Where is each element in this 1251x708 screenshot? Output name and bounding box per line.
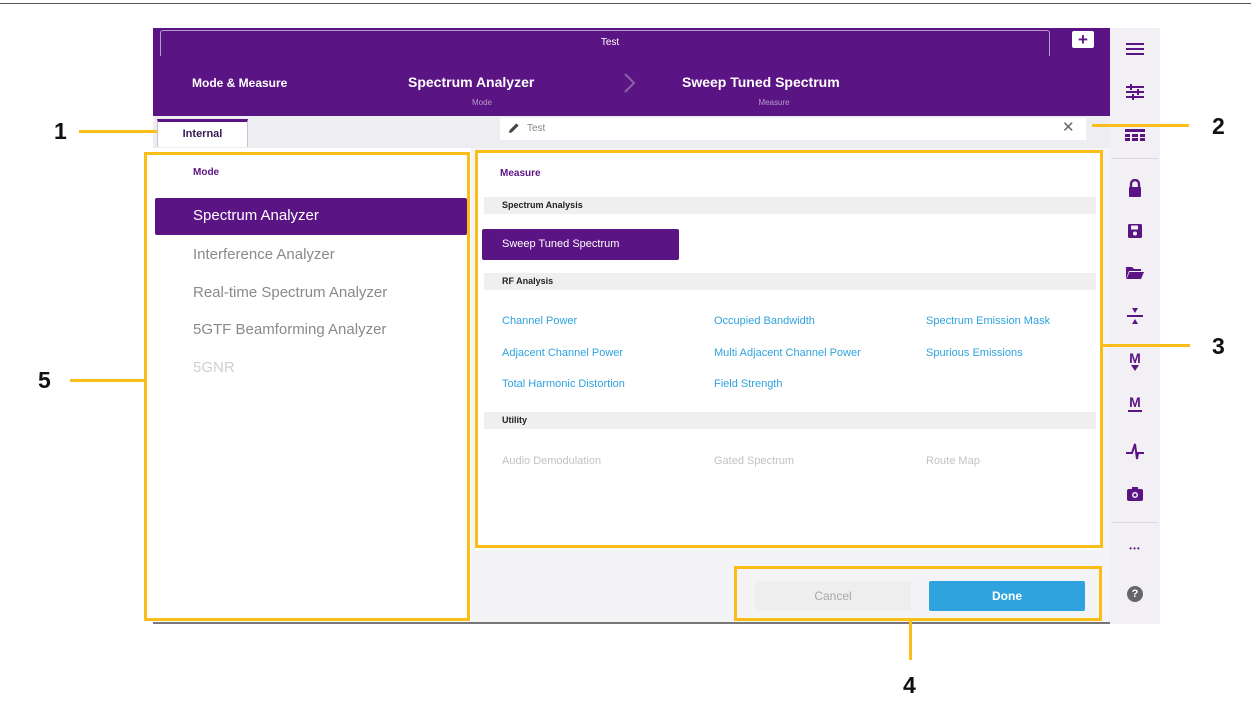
callout-number-1: 1 xyxy=(54,118,67,144)
sliders-icon[interactable] xyxy=(1124,81,1146,103)
add-tab-button[interactable]: + xyxy=(1072,31,1094,48)
save-icon[interactable] xyxy=(1124,220,1146,242)
callout-number-4: 4 xyxy=(903,672,916,698)
toolbar-separator xyxy=(1112,522,1158,523)
callout-line-5 xyxy=(70,379,144,382)
callout-number-5: 5 xyxy=(38,367,51,393)
more-icon[interactable]: ••• xyxy=(1124,537,1146,559)
callout-line-3 xyxy=(1102,344,1190,347)
svg-text:M: M xyxy=(1129,351,1141,366)
divide-icon[interactable] xyxy=(1124,305,1146,327)
chevron-right-icon xyxy=(624,73,636,93)
callout-box-measure xyxy=(475,150,1103,548)
pencil-icon xyxy=(509,123,519,133)
breadcrumb-measure[interactable]: Sweep Tuned Spectrum xyxy=(682,74,840,90)
breadcrumb-measure-caption: Measure xyxy=(758,98,790,107)
toolbar-separator xyxy=(1112,158,1158,159)
breadcrumb-mode[interactable]: Spectrum Analyzer xyxy=(408,74,534,90)
menu-icon[interactable] xyxy=(1124,38,1146,60)
callout-line-1 xyxy=(79,130,157,133)
callout-box-mode xyxy=(144,152,470,621)
help-glyph: ? xyxy=(1127,586,1143,602)
breadcrumb-mode-caption: Mode xyxy=(471,98,492,107)
callout-number-3: 3 xyxy=(1212,333,1225,359)
callout-line-4 xyxy=(909,621,912,660)
window-bottom-edge xyxy=(153,622,1110,624)
top-divider xyxy=(0,3,1251,4)
lock-icon[interactable] xyxy=(1124,177,1146,199)
grid-icon[interactable] xyxy=(1124,124,1146,146)
tab-internal[interactable]: Internal xyxy=(157,119,248,147)
search-input[interactable] xyxy=(500,118,1086,140)
marker-down-icon[interactable]: M xyxy=(1124,350,1146,372)
document-tab-title: Test xyxy=(600,37,620,48)
breadcrumb-root[interactable]: Mode & Measure xyxy=(192,76,287,90)
folder-open-icon[interactable] xyxy=(1124,262,1146,284)
callout-line-2 xyxy=(1092,124,1189,127)
help-icon[interactable]: ? xyxy=(1124,583,1146,605)
search-value: Test xyxy=(527,123,546,134)
callout-box-buttons xyxy=(734,566,1102,621)
trace-icon[interactable] xyxy=(1124,440,1146,462)
marker-icon[interactable]: M xyxy=(1124,393,1146,415)
callout-number-2: 2 xyxy=(1212,113,1225,139)
svg-text:M: M xyxy=(1129,394,1141,410)
camera-icon[interactable] xyxy=(1124,483,1146,505)
close-icon[interactable]: ✕ xyxy=(1062,120,1075,136)
